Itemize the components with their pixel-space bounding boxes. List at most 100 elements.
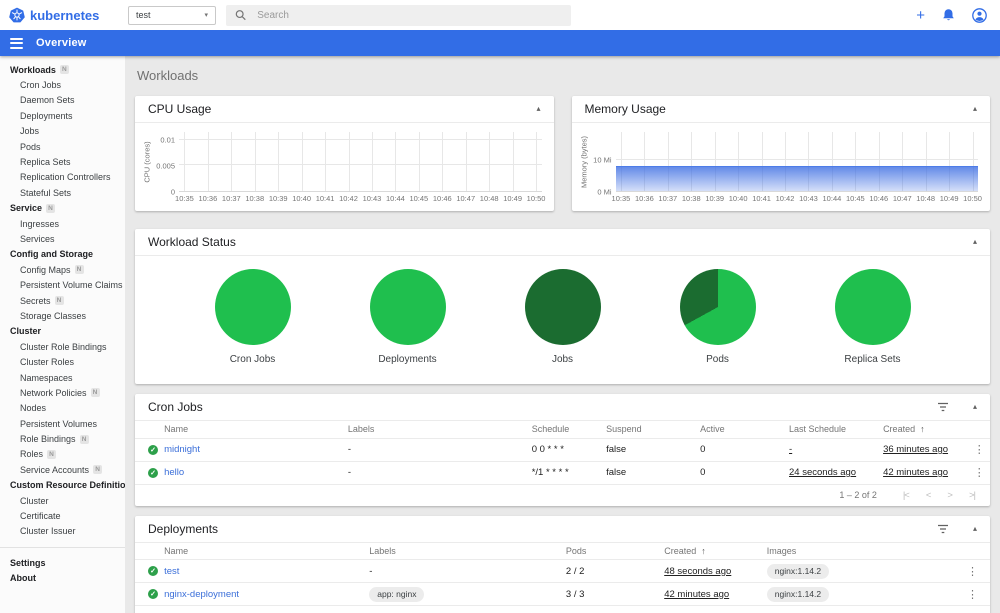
gridline [179, 164, 542, 166]
x-tick-label: 10:39 [268, 194, 288, 203]
kebab-menu-icon[interactable]: ⋮ [974, 444, 985, 456]
sidebar-item-services[interactable]: Services [0, 231, 125, 246]
y-axis-label: CPU (cores) [142, 141, 152, 183]
create-resource-icon[interactable]: + [916, 8, 925, 23]
column-header-labels[interactable]: Labels [369, 542, 566, 560]
y-axis-ticks: 0 Mi 10 Mi [590, 132, 616, 197]
pie-chart[interactable] [214, 269, 291, 345]
sidebar-item-network-policies[interactable]: Network Policies N [0, 385, 125, 400]
column-header-schedule[interactable]: Schedule [531, 421, 607, 439]
sidebar-item-stateful-sets[interactable]: Stateful Sets [0, 185, 125, 200]
namespace-selector[interactable]: test ▾ [128, 5, 216, 25]
namespaced-badge: N [90, 388, 100, 398]
y-tick-label: 0.005 [156, 161, 175, 171]
sidebar-item-secrets[interactable]: Secrets N [0, 293, 125, 308]
sidebar-item-cluster-issuer[interactable]: Cluster Issuer [0, 524, 125, 539]
column-header-name[interactable]: Name [164, 542, 370, 560]
x-tick-label: 10:44 [822, 194, 842, 203]
kebab-menu-icon[interactable]: ⋮ [967, 589, 978, 601]
sidebar-item-nodes[interactable]: Nodes [0, 401, 125, 416]
sidebar-item-settings[interactable]: Settings [0, 555, 125, 570]
collapse-icon[interactable]: ▴ [536, 105, 540, 113]
sidebar-item-replication-controllers[interactable]: Replication Controllers [0, 170, 125, 185]
collapse-icon[interactable]: ▴ [973, 238, 977, 246]
column-header-name[interactable]: Name [164, 421, 348, 439]
cell-value: - [789, 444, 793, 455]
filter-icon[interactable] [937, 402, 949, 412]
resource-link[interactable]: test [164, 566, 179, 577]
kebab-menu-icon[interactable]: ⋮ [974, 467, 985, 479]
sidebar-item-label: Certificate [20, 511, 61, 522]
x-tick-label: 10:37 [658, 194, 678, 203]
last-page-icon[interactable]: >| [969, 490, 976, 501]
search-icon [235, 10, 246, 21]
sidebar-item-persistent-volume-claims[interactable]: Persistent Volume ClaimsN [0, 277, 125, 292]
sidebar-item-pods[interactable]: Pods [0, 139, 125, 154]
sidebar-item-cron-jobs[interactable]: Cron Jobs [0, 77, 125, 92]
sidebar-section-config-and-storage[interactable]: Config and Storage [0, 247, 125, 262]
kebab-menu-icon[interactable]: ⋮ [967, 566, 978, 578]
resource-link[interactable]: midnight [164, 444, 200, 455]
card-title: Cron Jobs [148, 400, 203, 414]
collapse-icon[interactable]: ▴ [973, 403, 977, 411]
resource-link[interactable]: nginx-deployment [164, 589, 239, 600]
sidebar-item-certificate[interactable]: Certificate [0, 508, 125, 523]
sidebar-item-ingresses[interactable]: Ingresses [0, 216, 125, 231]
column-header-created[interactable]: Created ↑ [664, 542, 767, 560]
collapse-icon[interactable]: ▴ [973, 524, 977, 533]
sidebar-item-daemon-sets[interactable]: Daemon Sets [0, 93, 125, 108]
cron-jobs-card: Cron Jobs ▴ Name Labels Schedule Suspend Act… [135, 394, 990, 506]
sidebar-section-service[interactable]: Service N [0, 201, 125, 216]
sidebar-item-about[interactable]: About [0, 571, 125, 586]
column-header-label: Active [700, 424, 725, 435]
x-tick-label: 10:45 [845, 194, 865, 203]
x-tick-label: 10:46 [432, 194, 452, 203]
menu-icon[interactable] [10, 37, 23, 49]
pie-chart[interactable] [834, 269, 911, 345]
pie-chart[interactable] [679, 269, 756, 345]
sidebar-section-workloads[interactable]: Workloads N [0, 62, 125, 77]
success-check-icon: ✓ [148, 589, 158, 599]
column-header-pods[interactable]: Pods [565, 542, 665, 560]
column-header-active[interactable]: Active [700, 421, 790, 439]
sidebar-item-namespaces[interactable]: Namespaces [0, 370, 125, 385]
sidebar-item-roles[interactable]: Roles N [0, 447, 125, 462]
column-header-images[interactable]: Images [766, 542, 955, 560]
column-header-label: Name [164, 545, 189, 556]
sidebar-item-storage-classes[interactable]: Storage Classes [0, 308, 125, 323]
next-page-icon[interactable]: > [947, 490, 952, 501]
sidebar-item-replica-sets[interactable]: Replica Sets [0, 154, 125, 169]
x-tick-label: 10:43 [362, 194, 382, 203]
sidebar-item-cluster[interactable]: Cluster [0, 493, 125, 508]
sidebar-item-label: About [10, 573, 36, 584]
sidebar-section-cluster[interactable]: Cluster [0, 324, 125, 339]
cell-pods: 2 / 2 [565, 559, 665, 583]
column-header-labels[interactable]: Labels [347, 421, 532, 439]
success-check-icon: ✓ [148, 467, 158, 478]
pie-chart[interactable] [369, 269, 446, 345]
previous-page-icon[interactable]: < [926, 490, 931, 501]
gridline [371, 132, 373, 191]
column-header-suspend[interactable]: Suspend [606, 421, 701, 439]
sort-ascending-icon: ↑ [920, 424, 925, 435]
sidebar-item-service-accounts[interactable]: Service Accounts N [0, 462, 125, 477]
notifications-bell-icon[interactable] [942, 8, 955, 22]
search-input[interactable] [255, 8, 562, 22]
sidebar-section-custom-resource-definitions[interactable]: Custom Resource Definitions [0, 478, 125, 493]
column-header-created[interactable]: Created ↑ [883, 421, 969, 439]
user-account-icon[interactable] [972, 7, 987, 23]
collapse-icon[interactable]: ▴ [973, 105, 977, 113]
sidebar-item-persistent-volumes[interactable]: Persistent Volumes [0, 416, 125, 431]
pie-chart[interactable] [524, 269, 601, 345]
sidebar-item-cluster-roles[interactable]: Cluster Roles [0, 354, 125, 369]
sidebar-item-config-maps[interactable]: Config Maps N [0, 262, 125, 277]
column-header-last-schedule[interactable]: Last Schedule [789, 421, 884, 439]
sidebar-item-role-bindings[interactable]: Role Bindings N [0, 431, 125, 446]
x-tick-label: 10:50 [963, 194, 982, 203]
sidebar-item-deployments[interactable]: Deployments [0, 108, 125, 123]
filter-icon[interactable] [937, 524, 949, 534]
resource-link[interactable]: hello [164, 467, 184, 478]
sidebar-item-cluster-role-bindings[interactable]: Cluster Role Bindings [0, 339, 125, 354]
sidebar-item-jobs[interactable]: Jobs [0, 124, 125, 139]
first-page-icon[interactable]: |< [903, 490, 910, 501]
